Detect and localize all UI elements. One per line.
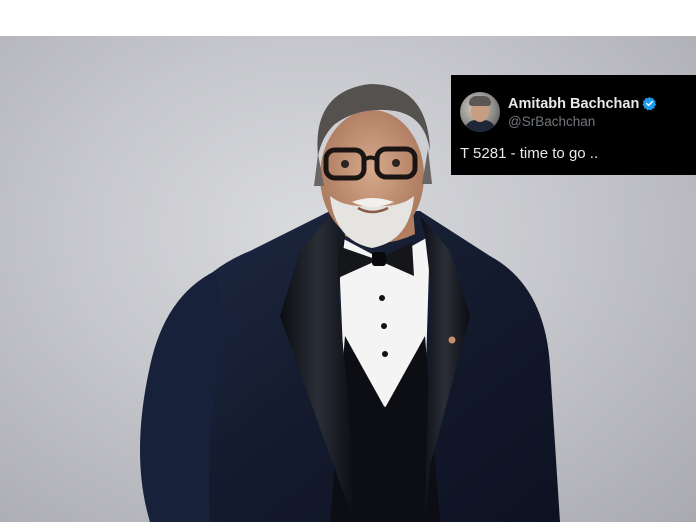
tweet-card[interactable]: Amitabh Bachchan @SrBachchan T 5281 - ti…: [451, 75, 696, 175]
tweet-author: Amitabh Bachchan @SrBachchan: [508, 95, 657, 130]
verified-badge-icon: [642, 96, 657, 111]
tweet-text: T 5281 - time to go ..: [460, 145, 599, 162]
author-display-name[interactable]: Amitabh Bachchan: [508, 95, 639, 113]
tweet-header: Amitabh Bachchan @SrBachchan: [460, 92, 684, 132]
avatar[interactable]: [460, 92, 500, 132]
author-name-row: Amitabh Bachchan: [508, 95, 657, 113]
avatar-hair: [469, 96, 491, 106]
author-handle[interactable]: @SrBachchan: [508, 113, 657, 130]
top-whitespace: [0, 0, 696, 36]
